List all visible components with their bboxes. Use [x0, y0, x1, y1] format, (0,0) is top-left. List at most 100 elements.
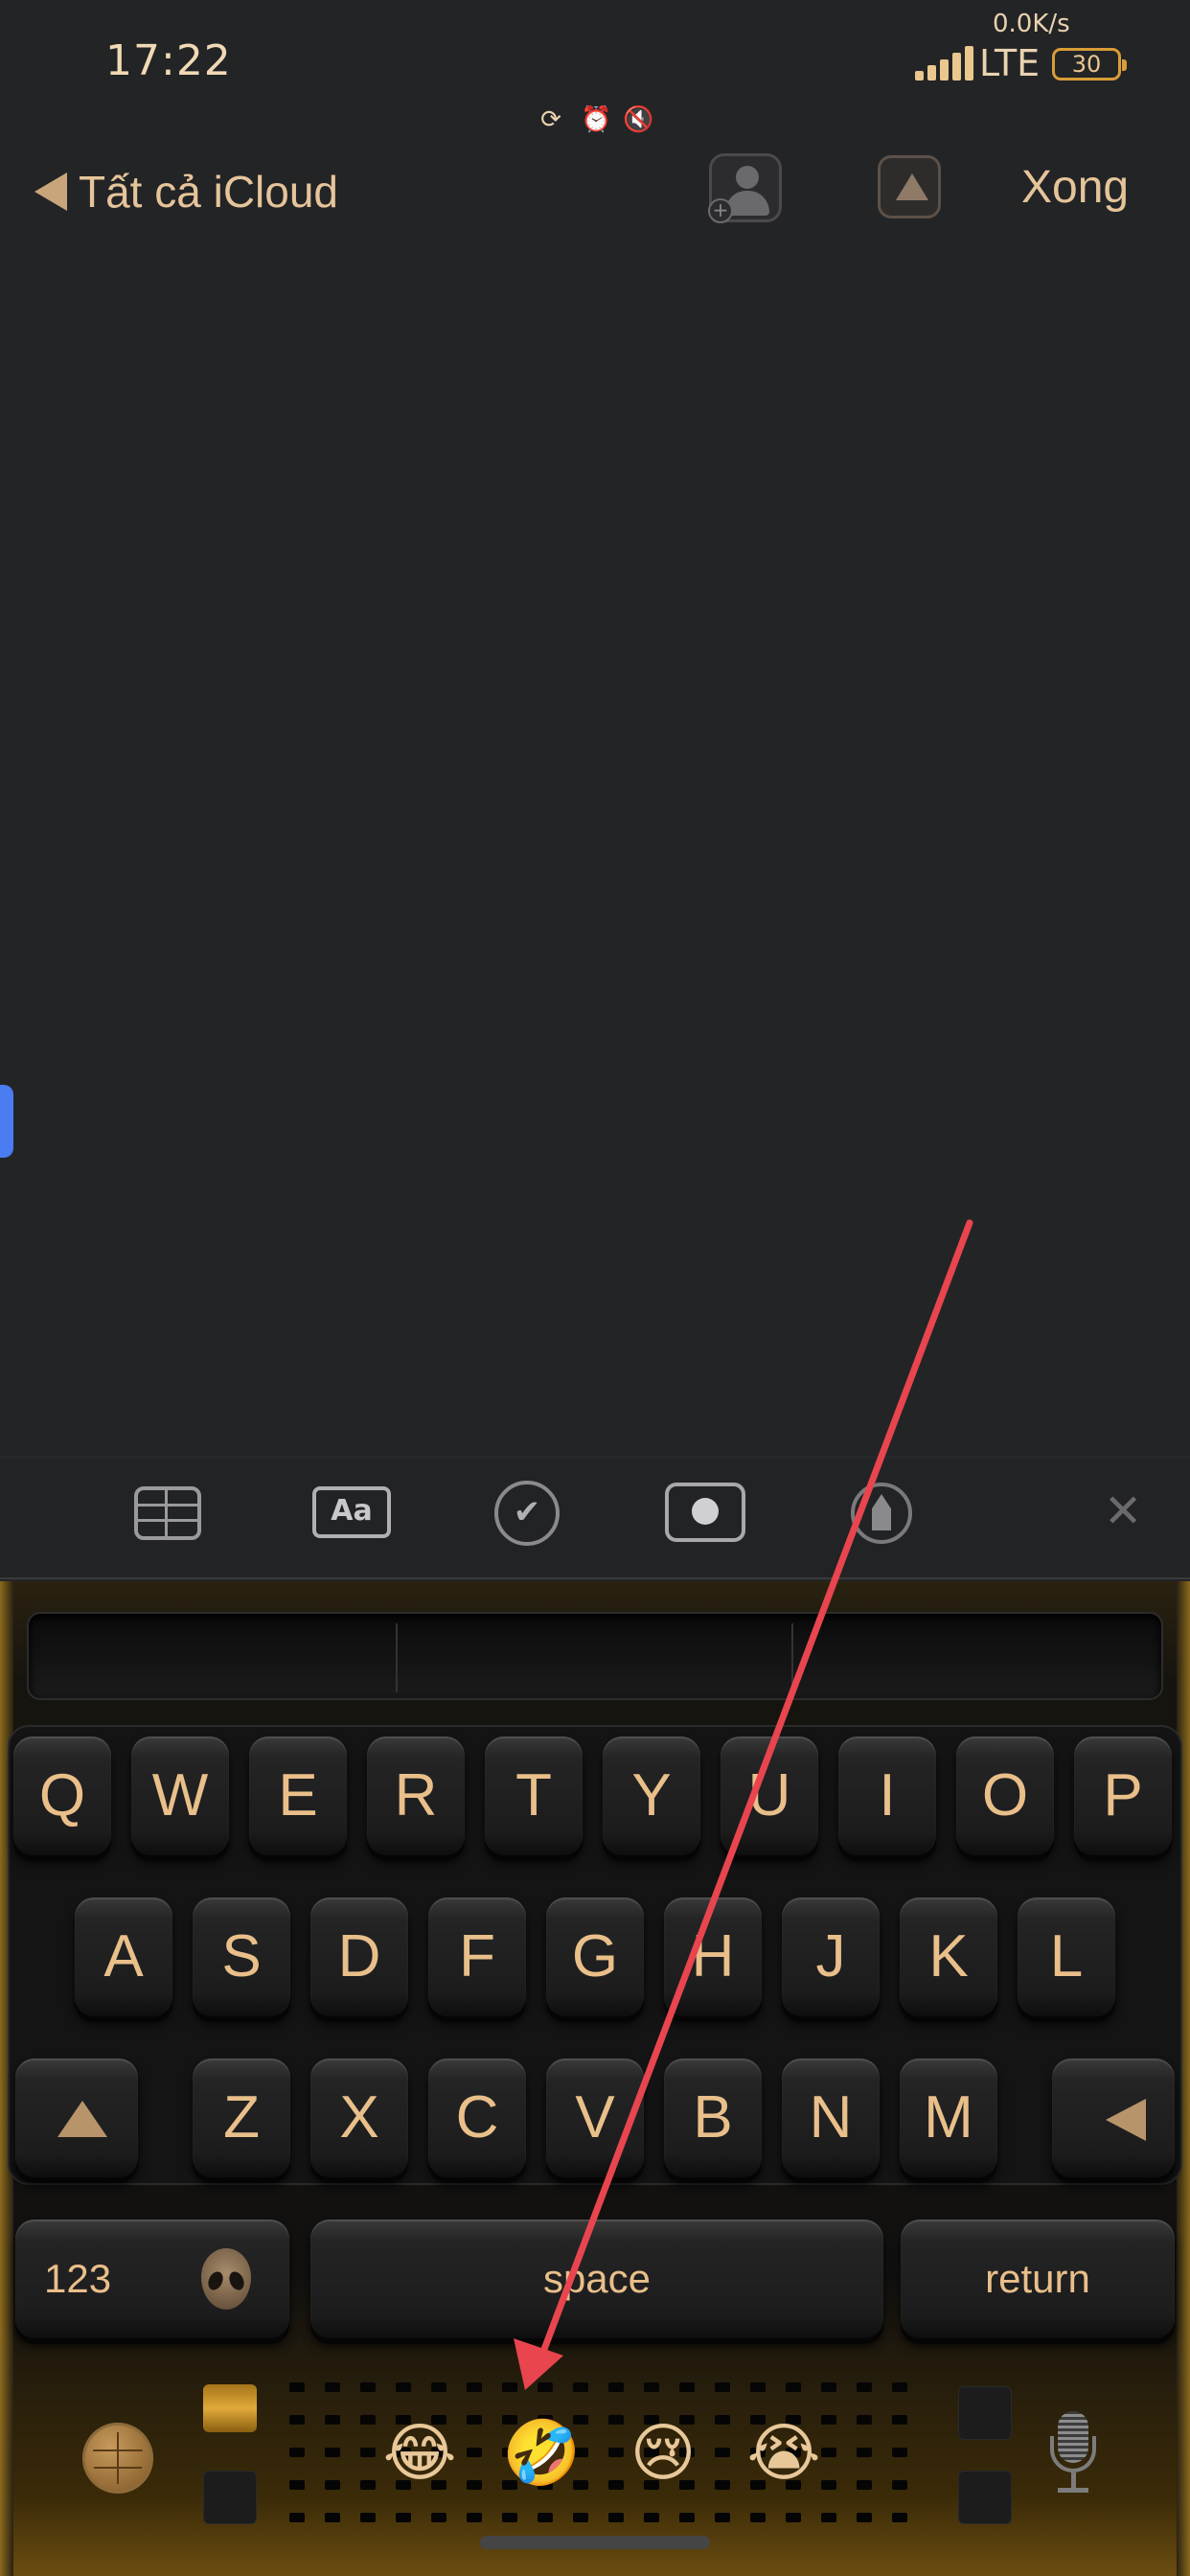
- key-j[interactable]: J: [782, 1898, 880, 2016]
- grille-hole: [857, 2415, 872, 2425]
- key-f[interactable]: F: [428, 1898, 526, 2016]
- grille-hole: [289, 2382, 305, 2392]
- grille-hole: [573, 2513, 588, 2522]
- key-y[interactable]: Y: [603, 1736, 700, 1855]
- back-chevron-icon: [34, 172, 67, 211]
- grille-hole: [857, 2513, 872, 2522]
- markup-icon[interactable]: [851, 1483, 912, 1544]
- grille-hole: [325, 2513, 340, 2522]
- text-format-icon[interactable]: Aa: [312, 1486, 391, 1538]
- panel-slot: [203, 2471, 257, 2524]
- key-o[interactable]: O: [956, 1736, 1054, 1855]
- panel-slot: [958, 2471, 1012, 2524]
- home-indicator[interactable]: [480, 2536, 710, 2549]
- grille-hole: [821, 2448, 836, 2457]
- emoji-crying[interactable]: 😢: [625, 2415, 701, 2492]
- grille-hole: [892, 2415, 907, 2425]
- grille-hole: [715, 2382, 730, 2392]
- grille-hole: [821, 2382, 836, 2392]
- grille-hole: [715, 2513, 730, 2522]
- key-l[interactable]: L: [1018, 1898, 1115, 2016]
- key-u[interactable]: U: [721, 1736, 818, 1855]
- shift-key[interactable]: [15, 2058, 138, 2177]
- grille-hole: [467, 2480, 482, 2490]
- delete-key[interactable]: [1052, 2058, 1175, 2177]
- emoji-rolling-laughing[interactable]: 🤣: [502, 2415, 581, 2492]
- key-q[interactable]: Q: [13, 1736, 111, 1855]
- grille-hole: [431, 2382, 446, 2392]
- return-key[interactable]: return: [901, 2220, 1175, 2338]
- key-m[interactable]: M: [900, 2058, 997, 2177]
- back-button[interactable]: Tất cả iCloud: [34, 158, 338, 225]
- grille-hole: [502, 2513, 517, 2522]
- upload-button[interactable]: [878, 155, 941, 218]
- key-d[interactable]: D: [310, 1898, 408, 2016]
- grille-hole: [644, 2382, 659, 2392]
- globe-icon[interactable]: [82, 2423, 153, 2494]
- close-icon[interactable]: ✕: [1104, 1484, 1142, 1538]
- grille-hole: [715, 2415, 730, 2425]
- grille-hole: [608, 2415, 624, 2425]
- key-b[interactable]: B: [664, 2058, 762, 2177]
- alien-icon: [201, 2248, 251, 2310]
- microphone-icon[interactable]: [1046, 2411, 1100, 2497]
- key-z[interactable]: Z: [193, 2058, 290, 2177]
- grille-hole: [360, 2448, 376, 2457]
- grille-hole: [644, 2513, 659, 2522]
- done-button[interactable]: Xong: [1021, 161, 1129, 214]
- emoji-tears-of-joy[interactable]: 😂: [381, 2415, 458, 2492]
- key-r[interactable]: R: [367, 1736, 465, 1855]
- key-e[interactable]: E: [249, 1736, 347, 1855]
- key-g[interactable]: G: [546, 1898, 644, 2016]
- key-h[interactable]: H: [664, 1898, 762, 2016]
- key-n[interactable]: N: [782, 2058, 880, 2177]
- key-p[interactable]: P: [1074, 1736, 1172, 1855]
- mute-icon: 🔇: [623, 105, 654, 134]
- mic-stem: [1071, 2472, 1076, 2488]
- grille-hole: [715, 2448, 730, 2457]
- grille-hole: [892, 2480, 907, 2490]
- key-t[interactable]: T: [485, 1736, 583, 1855]
- emoji-loudly-crying[interactable]: 😭: [745, 2415, 822, 2492]
- grille-hole: [325, 2480, 340, 2490]
- space-key[interactable]: space: [310, 2220, 883, 2338]
- grille-hole: [467, 2513, 482, 2522]
- grille-hole: [892, 2382, 907, 2392]
- grille-hole: [289, 2480, 305, 2490]
- key-x[interactable]: X: [310, 2058, 408, 2177]
- numbers-key[interactable]: 123: [15, 2220, 289, 2338]
- grille-hole: [325, 2382, 340, 2392]
- key-c[interactable]: C: [428, 2058, 526, 2177]
- side-handle[interactable]: [0, 1085, 13, 1158]
- checklist-icon[interactable]: ✔: [494, 1481, 560, 1546]
- key-s[interactable]: S: [193, 1898, 290, 2016]
- alarm-icon: ⏰: [581, 105, 612, 134]
- camera-icon[interactable]: [665, 1483, 745, 1542]
- grille-hole: [573, 2382, 588, 2392]
- suggestion-divider: [396, 1623, 398, 1692]
- key-i[interactable]: I: [838, 1736, 936, 1855]
- grille-hole: [467, 2448, 482, 2457]
- orientation-lock-icon: ⟳: [540, 105, 561, 134]
- key-k[interactable]: K: [900, 1898, 997, 2016]
- grille-hole: [608, 2382, 624, 2392]
- back-label: Tất cả iCloud: [79, 167, 339, 217]
- grille-hole: [608, 2513, 624, 2522]
- key-v[interactable]: V: [546, 2058, 644, 2177]
- table-icon[interactable]: [134, 1486, 201, 1540]
- grille-hole: [360, 2415, 376, 2425]
- grille-hole: [608, 2448, 624, 2457]
- grille-hole: [715, 2480, 730, 2490]
- grille-hole: [750, 2513, 766, 2522]
- grille-hole: [608, 2480, 624, 2490]
- delete-icon: [1106, 2099, 1146, 2141]
- key-a[interactable]: A: [75, 1898, 172, 2016]
- status-time: 17:22: [105, 36, 232, 85]
- suggestion-bar[interactable]: [27, 1612, 1163, 1700]
- grille-hole: [821, 2415, 836, 2425]
- add-person-button[interactable]: +: [708, 153, 782, 223]
- key-w[interactable]: W: [131, 1736, 229, 1855]
- grille-hole: [467, 2415, 482, 2425]
- shift-icon: [57, 2101, 107, 2137]
- grille-hole: [538, 2513, 553, 2522]
